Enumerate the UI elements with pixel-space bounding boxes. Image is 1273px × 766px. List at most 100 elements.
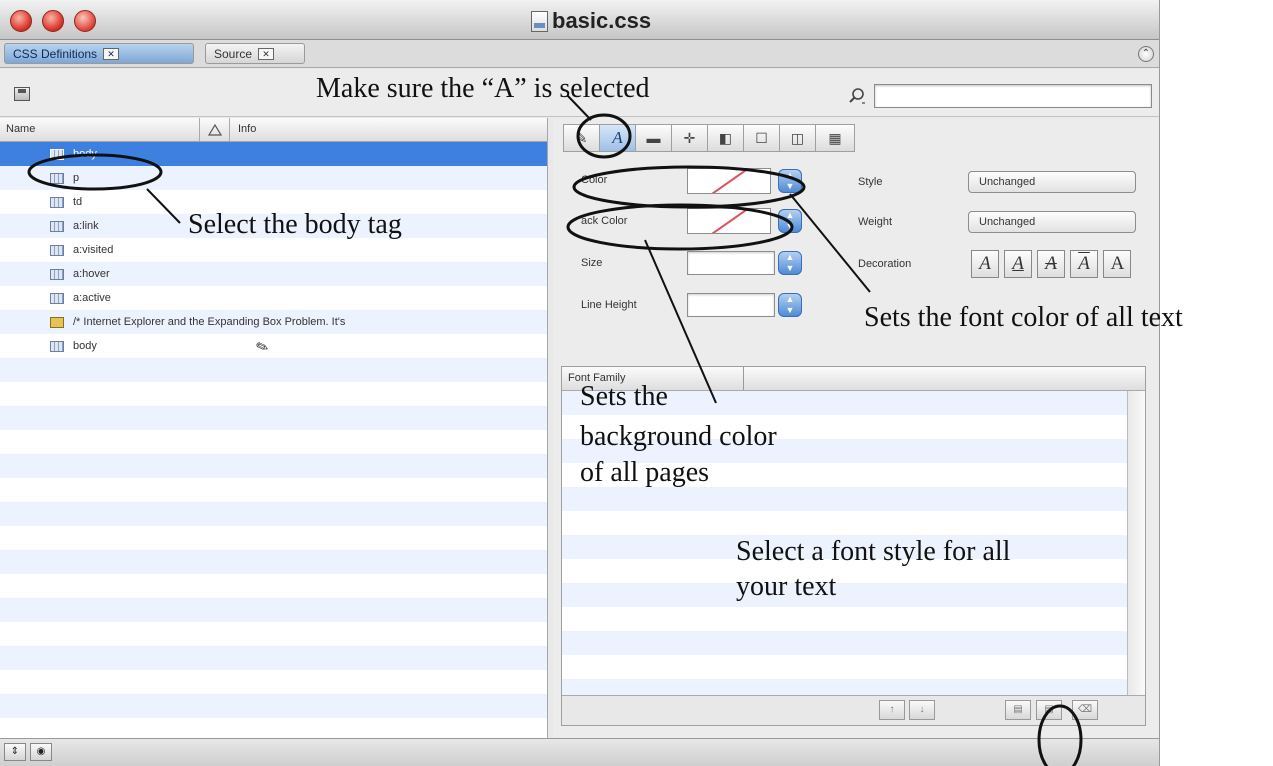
size-field[interactable] [687, 251, 775, 275]
comment-rule-icon [50, 316, 64, 328]
tag-rule-icon [50, 196, 64, 208]
line-height-field[interactable] [687, 293, 775, 317]
rule-row-a-visited[interactable]: a:visited [0, 238, 547, 262]
tab-border-icon[interactable]: ☐ [743, 124, 779, 152]
view-tab-bar: CSS Definitions ✕ Source ✕ ⌃ [0, 40, 1159, 68]
window-title-text: basic.css [552, 8, 652, 33]
rule-name: body [73, 148, 97, 160]
back-color-swatch[interactable] [687, 208, 771, 234]
list-item [0, 598, 547, 622]
style-select-value: Unchanged [979, 176, 1036, 188]
rule-name: a:link [73, 220, 99, 232]
zoom-window-button[interactable] [74, 10, 96, 32]
tag-rule-icon [50, 340, 64, 352]
annotation-bg-color-line2: background color [580, 421, 777, 452]
rule-row-body-2[interactable]: body ✎ [0, 334, 547, 358]
annotation-select-body-tag: Select the body tag [188, 209, 402, 240]
rule-row-body[interactable]: body [0, 142, 547, 166]
list-item [0, 478, 547, 502]
delete-font-button[interactable]: ⌫ [1072, 700, 1098, 720]
tab-background-icon[interactable]: ▬ [635, 124, 671, 152]
line-height-label: Line Height [581, 299, 637, 311]
style-select[interactable]: Unchanged [968, 171, 1136, 193]
move-up-button[interactable]: ↑ [879, 700, 905, 720]
rule-name: a:hover [73, 268, 110, 280]
font-list-scrollbar[interactable] [1127, 391, 1145, 695]
rule-type-column-icon[interactable] [200, 118, 230, 141]
color-swatch[interactable] [687, 168, 771, 194]
weight-select[interactable]: Unchanged [968, 211, 1136, 233]
annotation-make-sure-a-selected: Make sure the “A” is selected [316, 73, 650, 104]
size-stepper[interactable]: ▲ ▼ [778, 251, 802, 275]
title-bar: basic.css [0, 0, 1159, 40]
list-item [0, 406, 547, 430]
list-item [0, 454, 547, 478]
tag-rule-icon [50, 148, 64, 160]
list-item[interactable] [562, 511, 1145, 535]
column-info-header[interactable]: Info [230, 118, 264, 141]
rule-row-a-hover[interactable]: a:hover [0, 262, 547, 286]
decoration-none-button[interactable]: A [971, 250, 999, 278]
list-item[interactable] [562, 607, 1145, 631]
list-item [0, 670, 547, 694]
decoration-label: Decoration [858, 258, 912, 270]
weight-select-value: Unchanged [979, 216, 1036, 228]
back-color-stepper[interactable]: ▲ ▼ [778, 209, 802, 233]
rule-row-comment[interactable]: /* Internet Explorer and the Expanding B… [0, 310, 547, 334]
list-item[interactable] [562, 487, 1145, 511]
list-item [0, 574, 547, 598]
annotation-bg-color-line1: Sets the [580, 381, 668, 412]
tab-list-icon[interactable]: ◫ [779, 124, 815, 152]
style-label: Style [858, 176, 883, 188]
tab-source[interactable]: Source ✕ [205, 43, 305, 64]
rule-name: body [73, 340, 97, 352]
move-down-button[interactable]: ↓ [909, 700, 935, 720]
decoration-blink-button[interactable]: A [1103, 250, 1131, 278]
close-tab-icon[interactable]: ✕ [258, 47, 275, 60]
list-item[interactable] [562, 655, 1145, 679]
color-stepper[interactable]: ▲ ▼ [778, 169, 802, 193]
search-input[interactable] [874, 84, 1152, 108]
annotation-bg-color-line3: of all pages [580, 457, 710, 488]
tab-font-icon[interactable]: A [599, 124, 635, 152]
tab-position-icon[interactable]: ✛ [671, 124, 707, 152]
list-item [0, 718, 547, 738]
list-item[interactable] [562, 583, 1145, 607]
list-item [0, 550, 547, 574]
annotation-font-style-line2: your text [736, 571, 837, 602]
decoration-overline-button[interactable]: A [1070, 250, 1098, 278]
minimize-window-button[interactable] [42, 10, 64, 32]
tab-css-definitions[interactable]: CSS Definitions ✕ [4, 43, 194, 64]
tag-rule-icon [50, 244, 64, 256]
tag-rule-icon [50, 172, 64, 184]
list-item [0, 358, 547, 382]
decoration-underline-button[interactable]: A [1004, 250, 1032, 278]
list-item[interactable] [562, 631, 1145, 655]
tag-rule-icon [50, 220, 64, 232]
close-tab-icon[interactable]: ✕ [103, 47, 120, 60]
sort-toggle-button[interactable]: ⇕ [4, 743, 26, 761]
list-item [0, 694, 547, 718]
rule-name: /* Internet Explorer and the Expanding B… [73, 316, 346, 328]
size-label: Size [581, 257, 603, 269]
add-font-menu-button[interactable]: ▤ [1036, 700, 1062, 720]
tab-other-icon[interactable]: ▦ [815, 124, 855, 152]
font-set-button[interactable]: ▤ [1005, 700, 1031, 720]
tag-rule-icon [50, 292, 64, 304]
column-name-header[interactable]: Name [0, 118, 200, 141]
annotation-font-color: Sets the font color of all text [864, 302, 1183, 333]
tab-general-pencil-icon[interactable]: ✎ [563, 124, 599, 152]
rules-column-header: Name Info [0, 118, 547, 142]
save-menu-icon[interactable] [14, 87, 30, 101]
collapse-toolbar-icon[interactable]: ⌃ [1138, 46, 1154, 62]
close-window-button[interactable] [10, 10, 32, 32]
rule-row-p[interactable]: p [0, 166, 547, 190]
property-category-tabs: ✎ A ▬ ✛ ◧ ☐ ◫ ▦ [563, 124, 855, 154]
rule-row-a-active[interactable]: a:active [0, 286, 547, 310]
preview-eye-button[interactable]: ◉ [30, 743, 52, 761]
decoration-strikethrough-button[interactable]: A [1037, 250, 1065, 278]
tab-layout-icon[interactable]: ◧ [707, 124, 743, 152]
search-icon [849, 88, 865, 104]
line-height-stepper[interactable]: ▲ ▼ [778, 293, 802, 317]
rule-name: a:visited [73, 244, 114, 256]
